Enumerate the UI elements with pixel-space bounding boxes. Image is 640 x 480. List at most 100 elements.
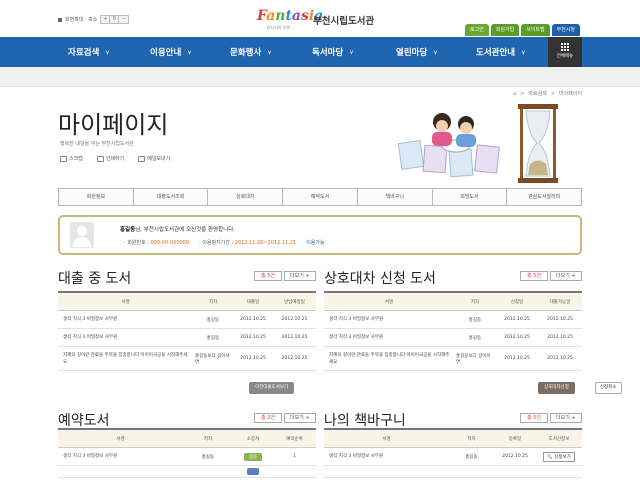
nav-item-about[interactable]: 도서관안내 ∨: [476, 37, 526, 67]
hourglass-icon: [518, 104, 558, 183]
breadcrumb-current: 마이페이지: [558, 91, 582, 97]
table-header: 서명 저자 등록일 도서신청보: [324, 430, 582, 448]
table-header: 서명 저자 소장처 예약순위: [58, 430, 316, 448]
member-info: · 회원번호 : 000-00-000000 · 이용정지기간 : 2012.1…: [124, 240, 325, 246]
reservations-section: 예약도서 총 2건 더보기 + 서명 저자 소장처 예약순위 생각 지식 3 비…: [58, 410, 316, 480]
avatar: [70, 222, 94, 248]
bullet-icon: [58, 17, 62, 22]
table-header: 서명 저자 신청일 대출가능일: [324, 293, 582, 311]
sitemap-link[interactable]: 사이트맵: [521, 24, 550, 36]
table-row[interactable]: 생각 지식 3 비밀정보 사무원 홍길동 상동 1: [58, 448, 316, 466]
count-badge: 총 5건: [520, 413, 548, 423]
sub-menu-bar: [0, 67, 640, 87]
location-badge: 상동: [243, 452, 263, 461]
page-tools: 스크랩 인쇄하기 메일보내기: [60, 155, 170, 162]
interlibrary-table: 서명 저자 신청일 대출가능일 생각 지식 3 비밀정보 사무원 홍길동 201…: [324, 291, 582, 371]
breadcrumb-item[interactable]: 자료검색: [528, 90, 546, 97]
tab-wish-books[interactable]: 희망도서: [432, 189, 508, 205]
nav-item-search[interactable]: 자료검색 ∨: [68, 37, 110, 67]
join-link[interactable]: 회원가입: [490, 24, 520, 36]
basket-table: 서명 저자 등록일 도서신청보 생각 지식 3 비밀정보 사무원 홍길동 201…: [324, 428, 582, 478]
table-row: [324, 466, 582, 478]
grid-icon: [561, 43, 569, 51]
section-title: 대출 중 도서: [58, 271, 132, 287]
table-row: [58, 466, 316, 478]
nav-item-open[interactable]: 열린마당 ∨: [396, 37, 438, 67]
chevron-down-icon: ∨: [433, 48, 438, 56]
member-number: 000-00-000000: [150, 240, 190, 246]
zoom-label: 화면확대 · 축소: [65, 17, 98, 23]
status-badge: 이용가능: [306, 240, 325, 246]
mail-icon: [138, 155, 146, 162]
hero-illustration: [398, 104, 558, 183]
user-info-box: 홍길동님, 부천시립도서관에 오신것을 환영합니다. · 회원번호 : 000-…: [58, 215, 582, 255]
logo-subtitle: 판타지아 부천: [267, 25, 291, 30]
page-title: 마이페이지: [58, 111, 169, 139]
table-row[interactable]: 생각 지식 3 비밀정보 사무원 홍길동 2012.10.25 2012.10.…: [58, 311, 316, 329]
tab-reservations[interactable]: 예약도서: [283, 189, 358, 205]
chevron-down-icon: ∨: [187, 48, 192, 56]
more-button[interactable]: 더보기 +: [550, 413, 582, 423]
basket-section: 나의 책바구니 총 5건 더보기 + 서명 저자 등록일 도서신청보 생각 지식…: [324, 410, 582, 480]
chevron-down-icon: ∨: [349, 48, 354, 56]
loans-section: 대출 중 도서 총 5건 더보기 + 서명 저자 대출일 반납예정일 생각 지식…: [58, 268, 316, 398]
suspension-period: 2012.11.20~2012.11.21: [234, 240, 297, 246]
table-row[interactable]: 생각 지식 3 비밀정보 사무원 홍길동 2012.10.25 2012.10.…: [58, 329, 316, 347]
more-button[interactable]: 더보기 +: [284, 413, 316, 423]
section-title: 나의 책바구니: [324, 413, 406, 429]
table-row[interactable]: 지혜의 길이란 관료들 주목을 집중합니다 아이이국공을 시작해주세요. 홍길동…: [58, 347, 316, 371]
scrap-icon: [60, 155, 67, 162]
all-menu-label: 전체메뉴: [556, 54, 574, 59]
site-name: 부천시립도서관: [313, 16, 375, 27]
nav-item-guide[interactable]: 이용안내 ∨: [150, 37, 192, 67]
mypage-tabs: 회원정보 대출도서조회 상호대차 예약도서 책바구니 희망도서 관심도서알리미: [58, 188, 582, 206]
table-row[interactable]: 지혜의 길이란 관료들 주목을 집중합니다 아이이국공을 시작해주세요. 홍길동…: [324, 347, 582, 371]
print-icon: [96, 155, 104, 162]
zoom-control: 화면확대 · 축소 + 0 −: [58, 15, 130, 24]
tab-member-info[interactable]: 회원정보: [59, 189, 134, 205]
nav-item-events[interactable]: 문화행사 ∨: [230, 37, 272, 67]
section-title: 예약도서: [58, 413, 110, 429]
location-badge: [247, 468, 259, 475]
count-badge: 총 2건: [254, 413, 282, 423]
print-button[interactable]: 인쇄하기: [96, 155, 124, 162]
past-loans-button[interactable]: 이전대출도서보기: [249, 382, 295, 394]
site-logo[interactable]: Fantasia 판타지아 부천 부천시립도서관: [257, 8, 397, 34]
home-icon[interactable]: ⌂: [513, 91, 516, 97]
tab-book-alerts[interactable]: 관심도서알리미: [507, 189, 582, 205]
login-link[interactable]: 로그인: [464, 24, 489, 36]
breadcrumb: ⌂ > 자료검색 > 마이페이지: [512, 90, 582, 98]
zoom-in-button[interactable]: +: [101, 16, 111, 23]
city-hall-link[interactable]: 부천시청: [551, 24, 580, 36]
scrap-button[interactable]: 스크랩: [60, 155, 83, 162]
interlibrary-request-button[interactable]: 상호대차신청: [538, 382, 575, 394]
nav-item-reading[interactable]: 독서마당 ∨: [312, 37, 354, 67]
count-badge: 총 5건: [520, 271, 548, 281]
tab-interlibrary[interactable]: 상호대차: [208, 189, 284, 205]
loans-table: 서명 저자 대출일 반납예정일 생각 지식 3 비밀정보 사무원 홍길동 201…: [58, 291, 316, 371]
zoom-out-button[interactable]: −: [119, 16, 129, 23]
greeting: 홍길동님, 부천시립도서관에 오신것을 환영합니다.: [120, 227, 236, 233]
table-row[interactable]: 생각 지식 3 비밀정보 사무원 홍길동 2012.10.25 2012.10.…: [324, 311, 582, 329]
quick-links: 로그인 회원가입 사이트맵 부천시청: [464, 24, 580, 36]
top-header: 화면확대 · 축소 + 0 − Fantasia 판타지아 부천 부천시립도서관…: [0, 0, 640, 37]
all-menu-button[interactable]: 전체메뉴: [548, 37, 582, 67]
chevron-down-icon: ∨: [267, 48, 272, 56]
chevron-down-icon: ∨: [105, 48, 110, 56]
view-request-button[interactable]: 🔍 신청보기: [543, 451, 575, 462]
tab-loans[interactable]: 대출도서조회: [133, 189, 209, 205]
more-button[interactable]: 더보기 +: [550, 271, 582, 281]
cancel-request-button[interactable]: 신청취소: [595, 382, 622, 394]
table-row[interactable]: 생각 지식 3 비밀정보 사무원 홍길동 2012.10.25 2012.10.…: [324, 329, 582, 347]
email-button[interactable]: 메일보내기: [138, 155, 170, 162]
main-navigation: 자료검색 ∨ 이용안내 ∨ 문화행사 ∨ 독서마당 ∨ 열린마당 ∨ 도서관안내 ∨ 전체메…: [0, 37, 640, 67]
section-title: 상호대차 신청 도서: [324, 271, 436, 287]
more-button[interactable]: 더보기 +: [284, 271, 316, 281]
table-row[interactable]: 생각 지식 3 비밀정보 사무원 홍길동 2012.10.25 🔍 신청보기: [324, 448, 582, 466]
reservations-table: 서명 저자 소장처 예약순위 생각 지식 3 비밀정보 사무원 홍길동 상동 1: [58, 428, 316, 478]
page-subtitle: 행복한 내일을 여는 부천시립도서관: [60, 141, 134, 147]
interlibrary-section: 상호대차 신청 도서 총 5건 더보기 + 서명 저자 신청일 대출가능일 생각…: [324, 268, 582, 398]
zoom-reset-button[interactable]: 0: [110, 16, 120, 23]
count-badge: 총 5건: [254, 271, 282, 281]
tab-basket[interactable]: 책바구니: [357, 189, 433, 205]
